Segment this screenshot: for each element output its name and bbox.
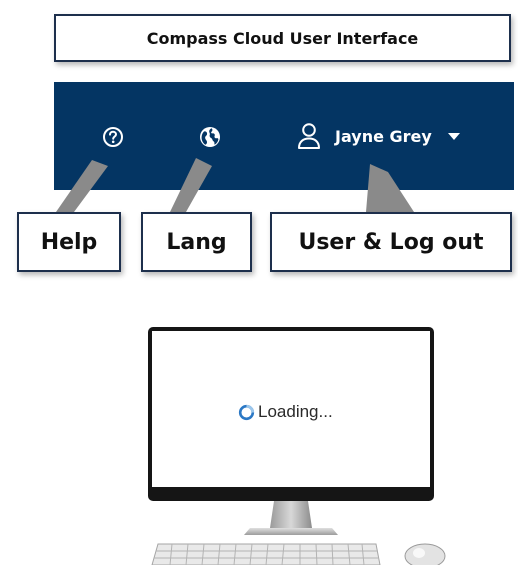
- help-callout-text: Help: [40, 229, 98, 255]
- help-callout-pointer: [56, 160, 108, 212]
- lang-callout-pointer: [170, 158, 212, 212]
- monitor-stand: [270, 501, 312, 528]
- user-callout-label: User & Log out: [270, 212, 512, 272]
- loading-spinner-icon: [238, 404, 255, 420]
- loading-text: Loading...: [258, 402, 333, 421]
- lang-callout-label: Lang: [141, 212, 252, 272]
- lang-callout-text: Lang: [166, 229, 227, 255]
- monitor-base: [244, 528, 338, 535]
- user-callout-text: User & Log out: [298, 229, 484, 255]
- monitor-illustration: [148, 327, 446, 565]
- help-callout-label: Help: [17, 212, 121, 272]
- loading-indicator: Loading...: [238, 402, 333, 422]
- mouse: [404, 543, 446, 565]
- user-callout-pointer: [366, 164, 414, 212]
